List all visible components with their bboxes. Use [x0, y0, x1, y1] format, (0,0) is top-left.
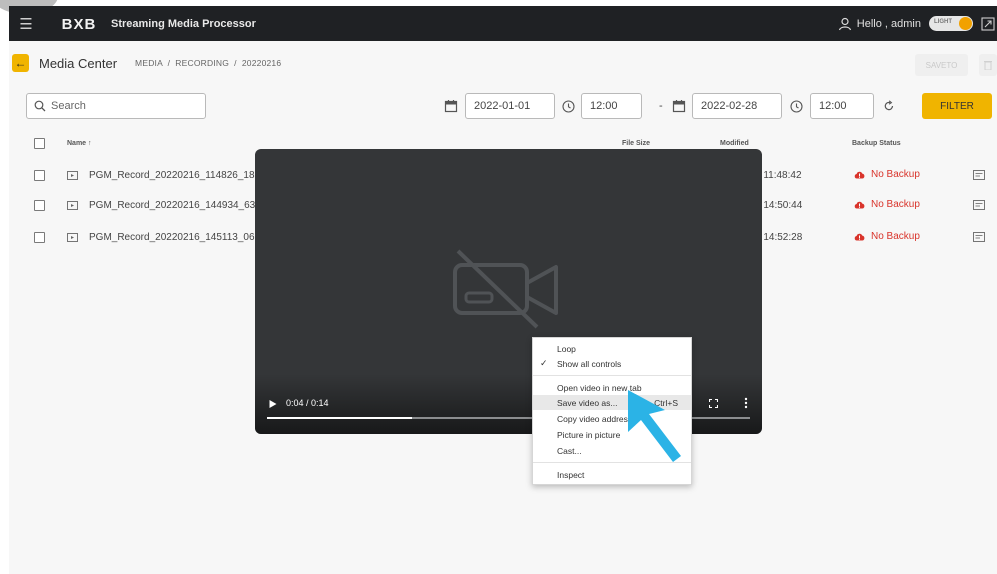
- expand-icon[interactable]: [981, 16, 995, 31]
- row-checkbox[interactable]: [34, 232, 45, 243]
- filter-button[interactable]: FILTER: [922, 93, 992, 119]
- brand-logo: BXB: [55, 16, 103, 31]
- search-input[interactable]: [51, 100, 191, 112]
- end-time-input[interactable]: 12:00: [810, 93, 874, 119]
- file-name[interactable]: PGM_Record_20220216_144934_637.m: [89, 200, 272, 211]
- menu-icon[interactable]: ☰: [11, 6, 41, 41]
- theme-toggle-knob: [959, 17, 972, 30]
- backup-status-label: No Backup: [871, 169, 920, 180]
- page-title: Media Center: [39, 55, 118, 71]
- logo-mark: BXB: [55, 16, 103, 31]
- menu-item-label: Loop: [557, 343, 576, 354]
- video-progress-fill: [267, 417, 412, 419]
- user-icon[interactable]: [838, 17, 852, 31]
- play-icon[interactable]: [268, 399, 278, 409]
- menu-item-label: Inspect: [557, 469, 585, 480]
- theme-toggle-label: LIGHT: [934, 19, 952, 25]
- details-icon[interactable]: [973, 232, 985, 243]
- column-header-modified[interactable]: Modified: [720, 140, 749, 147]
- user-greeting: Hello , admin: [856, 17, 921, 30]
- video-file-icon: [67, 233, 78, 242]
- backup-status-label: No Backup: [871, 231, 920, 242]
- trash-icon: [984, 61, 992, 70]
- end-date-icon-wrap: [672, 93, 686, 119]
- search-icon: [34, 100, 46, 112]
- video-time: 0:04 / 0:14: [286, 398, 329, 408]
- file-name[interactable]: PGM_Record_20220216_145113_061.m: [89, 232, 271, 243]
- backup-status: No Backup: [854, 231, 920, 242]
- pointer-arrow-icon: [628, 390, 681, 462]
- menu-item-show-all-controls[interactable]: ✓ Show all controls: [533, 356, 691, 371]
- start-time-icon-wrap: [562, 93, 575, 119]
- cloud-alert-icon: [854, 233, 865, 241]
- backup-status: No Backup: [854, 169, 920, 180]
- select-all-checkbox[interactable]: [34, 138, 45, 149]
- search-box[interactable]: [26, 93, 206, 119]
- row-checkbox[interactable]: [34, 200, 45, 211]
- checkmark-icon: ✓: [540, 358, 548, 368]
- sub-header: ← Media Center MEDIA / RECORDING / 20220…: [9, 41, 997, 85]
- svg-text:BXB: BXB: [62, 16, 97, 31]
- theme-toggle[interactable]: LIGHT: [929, 16, 973, 31]
- menu-item-loop[interactable]: Loop: [533, 341, 691, 356]
- delete-button[interactable]: [979, 54, 997, 76]
- back-button[interactable]: ←: [12, 54, 29, 72]
- cloud-alert-icon: [854, 171, 865, 179]
- backup-status: No Backup: [854, 199, 920, 210]
- start-time-input[interactable]: 12:00: [581, 93, 642, 119]
- reset-icon[interactable]: [883, 100, 895, 112]
- fullscreen-icon[interactable]: [709, 399, 718, 408]
- calendar-icon[interactable]: [672, 99, 686, 113]
- menu-item-label: Cast...: [557, 445, 582, 456]
- end-time-icon-wrap: [790, 93, 803, 119]
- breadcrumb[interactable]: MEDIA / RECORDING / 20220216: [135, 58, 281, 68]
- backup-status-label: No Backup: [871, 199, 920, 210]
- arrow-left-icon: ←: [14, 56, 27, 70]
- cloud-alert-icon: [854, 201, 865, 209]
- calendar-icon[interactable]: [444, 99, 458, 113]
- clock-icon[interactable]: [790, 99, 803, 113]
- column-header-name[interactable]: Name ↑: [67, 140, 92, 147]
- video-off-icon: [453, 249, 558, 329]
- modified-time: 6 14:50:44: [755, 200, 803, 211]
- modified-time: 6 14:52:28: [755, 232, 803, 243]
- row-checkbox[interactable]: [34, 170, 45, 181]
- details-icon[interactable]: [973, 200, 985, 211]
- date-range-separator: -: [659, 100, 663, 112]
- video-file-icon: [67, 201, 78, 210]
- video-file-icon: [67, 171, 78, 180]
- saveto-button[interactable]: SAVETO: [915, 54, 968, 76]
- start-date-input[interactable]: 2022-01-01: [465, 93, 555, 119]
- app-title: Streaming Media Processor: [111, 17, 256, 30]
- clock-icon[interactable]: [562, 99, 575, 113]
- column-header-backup-status[interactable]: Backup Status: [852, 140, 901, 147]
- file-name[interactable]: PGM_Record_20220216_114826_185.m: [89, 170, 271, 181]
- menu-item-label: Show all controls: [557, 358, 622, 369]
- start-date-group: [444, 93, 458, 119]
- reset-icon-wrap: [883, 93, 895, 119]
- top-bar: ☰ BXB Streaming Media Processor Hello , …: [9, 6, 997, 41]
- end-date-input[interactable]: 2022-02-28: [692, 93, 782, 119]
- details-icon[interactable]: [973, 170, 985, 181]
- more-options-icon[interactable]: [744, 397, 748, 409]
- column-header-file-size[interactable]: File Size: [622, 140, 650, 147]
